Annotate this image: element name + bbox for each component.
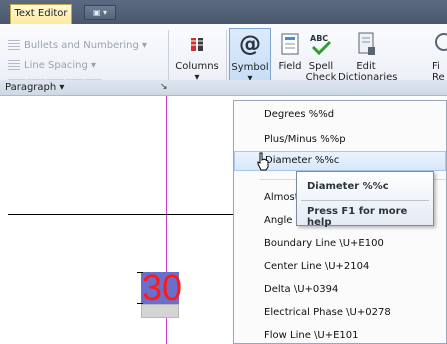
columns-label: Columns	[175, 61, 219, 72]
menu-item-boundary-line[interactable]: Boundary Line \U+E100	[234, 233, 446, 255]
paragraph-launcher-icon[interactable]: ↘	[160, 82, 168, 92]
find-icon	[435, 33, 447, 51]
tab-minimize-button[interactable]: ▣ ▾	[84, 5, 116, 20]
mtext-value[interactable]: 30	[142, 268, 182, 308]
horizontal-line	[8, 214, 234, 215]
spell-check-glyph-text: ABC	[310, 34, 328, 43]
paragraph-group-bar: Paragraph ▾ ↘	[0, 80, 447, 96]
tooltip-help: Press F1 for more help	[307, 206, 408, 228]
tooltip-title: Diameter %%c	[307, 181, 389, 192]
menu-item-electrical-phase[interactable]: Electrical Phase \U+0278	[234, 302, 446, 324]
paragraph-group-label[interactable]: Paragraph ▾	[5, 82, 64, 93]
columns-button[interactable]: Columns ▾	[172, 30, 222, 83]
menu-item-degrees[interactable]: Degrees %%d	[234, 104, 446, 126]
menu-item-flow-line[interactable]: Flow Line \U+E101	[234, 325, 446, 344]
find-replace-button[interactable]: Fi Re	[432, 30, 447, 83]
line-spacing-icon	[8, 60, 20, 70]
spell-check-icon: ABC	[310, 34, 332, 56]
bullets-and-numbering-button[interactable]: Bullets and Numbering ▾	[8, 38, 147, 52]
field-icon	[281, 33, 299, 55]
spell-check-button[interactable]: ABC Spell Check	[305, 30, 337, 83]
tooltip-separator	[301, 200, 429, 201]
menu-item-delta[interactable]: Delta \U+0394	[234, 279, 446, 301]
hand-cursor-icon	[257, 152, 269, 171]
menu-item-center-line[interactable]: Center Line \U+2104	[234, 256, 446, 278]
bullets-label: Bullets and Numbering ▾	[24, 39, 148, 51]
at-symbol-icon: @	[239, 32, 261, 57]
dictionary-icon	[358, 32, 375, 55]
diameter-tooltip: Diameter %%c Press F1 for more help	[296, 171, 434, 228]
spell-line1: Spell	[308, 61, 334, 72]
menu-item-plus-minus[interactable]: Plus/Minus %%p	[234, 129, 446, 151]
edit-line1: Edit	[356, 61, 376, 72]
columns-icon	[191, 38, 203, 51]
line-spacing-button[interactable]: Line Spacing ▾	[8, 58, 96, 72]
tab-text-editor[interactable]: Text Editor	[10, 4, 72, 24]
symbol-label: Symbol	[231, 62, 269, 73]
edit-dictionaries-button[interactable]: Edit Dictionaries	[338, 30, 398, 83]
line-spacing-label: Line Spacing ▾	[24, 59, 97, 71]
ribbon-tab-strip: Text Editor ▣ ▾	[0, 0, 447, 24]
bullets-icon	[8, 40, 20, 50]
field-label: Field	[278, 61, 302, 72]
find-line1: Fi	[432, 61, 440, 72]
field-button[interactable]: Field	[275, 30, 305, 72]
